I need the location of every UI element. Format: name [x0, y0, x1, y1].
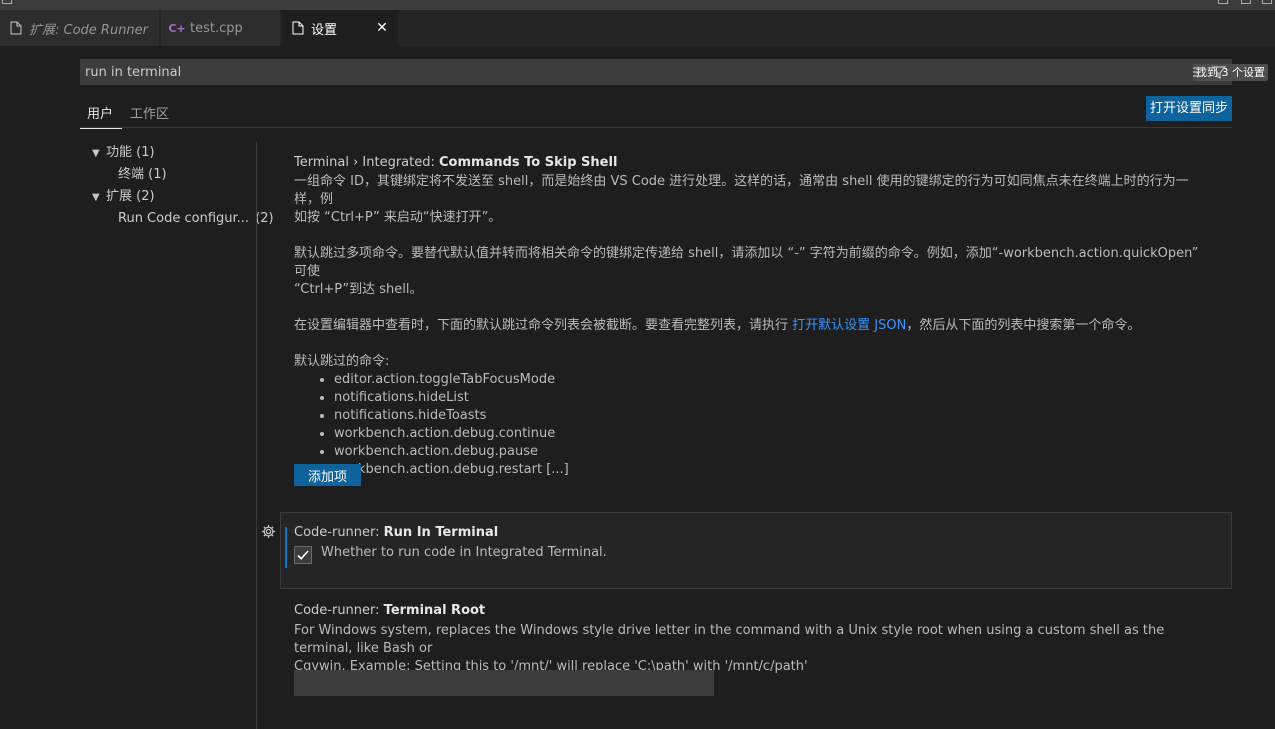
editor-tab-bar: 扩展: Code Runner C+ test.cpp 设置 ✕ — [0, 10, 1275, 46]
open-default-settings-json-link[interactable]: 打开默认设置 JSON — [792, 318, 906, 333]
checkmark-icon — [297, 550, 309, 560]
tab-label: 设置 — [311, 22, 338, 38]
list-item: notifications.hideToasts — [334, 407, 1214, 425]
setting-terminal-root: Code-runner: Terminal Root For Windows s… — [294, 603, 1214, 676]
description-line: 在设置编辑器中查看时，下面的默认跳过命令列表会被截断。要查看完整列表，请执行 打… — [294, 317, 1214, 335]
setting-run-in-terminal: Code-runner: Run In Terminal Whether to … — [294, 525, 1214, 562]
list-item: workbench.action.debug.continue — [334, 425, 1214, 443]
toc-label: 终端 — [118, 167, 145, 182]
toc-label: Run Code configur... — [118, 211, 250, 226]
toc-divider — [256, 142, 257, 729]
tab-test-cpp[interactable]: C+ test.cpp — [161, 10, 281, 46]
setting-description: 一组命令 ID，其键绑定将不发送至 shell，而是始终由 VS Code 进行… — [294, 173, 1214, 371]
setting-description: Whether to run code in Integrated Termin… — [321, 545, 607, 560]
description-text: 在设置编辑器中查看时，下面的默认跳过命令列表会被截断。要查看完整列表，请执行 — [294, 318, 793, 333]
turn-on-settings-sync-button[interactable]: 打开设置同步 — [1146, 96, 1233, 121]
toc-item-extensions[interactable]: ▼ 扩展 (2) — [92, 186, 155, 208]
file-icon — [290, 20, 306, 36]
add-item-button[interactable]: 添加项 — [294, 464, 361, 486]
settings-search: 找到 3 个设置 — [80, 59, 1268, 85]
setting-category: Terminal › Integrated: — [294, 155, 439, 170]
window-close-icon[interactable] — [1262, 0, 1272, 4]
setting-category: Code-runner: — [294, 603, 384, 618]
tab-user[interactable]: 用户 — [80, 99, 122, 129]
chevron-down-icon: ▼ — [92, 192, 100, 203]
list-item: notifications.hideList — [334, 389, 1214, 407]
window-restore-icon[interactable] — [1241, 0, 1251, 4]
layout-icon[interactable] — [1218, 0, 1228, 4]
setting-title: Code-runner: Run In Terminal — [294, 525, 1214, 540]
toc-label: 功能 — [106, 145, 133, 160]
setting-title: Code-runner: Terminal Root — [294, 603, 1214, 618]
file-icon — [8, 20, 24, 36]
title-bar — [0, 0, 1275, 10]
setting-category: Code-runner: — [294, 525, 384, 540]
toc-label: 扩展 — [106, 189, 133, 204]
terminal-root-input[interactable] — [294, 670, 714, 696]
list-item: workbench.action.debug.restart [...] — [334, 461, 1214, 479]
toc-count: (1) — [148, 167, 167, 182]
list-item: workbench.action.debug.pause — [334, 443, 1214, 461]
setting-key: Commands To Skip Shell — [439, 155, 618, 170]
default-commands-list: editor.action.toggleTabFocusMode notific… — [334, 371, 1214, 479]
description-text: ，然后从下面的列表中搜索第一个命令。 — [906, 318, 1141, 333]
close-icon[interactable]: ✕ — [374, 20, 390, 36]
cpp-file-icon: C+ — [168, 21, 186, 35]
gear-icon[interactable] — [261, 524, 276, 539]
tab-settings[interactable]: 设置 ✕ — [282, 10, 399, 46]
menu-icon[interactable] — [2, 0, 12, 4]
list-heading: 默认跳过的命令: — [294, 354, 390, 369]
toc-count: (1) — [136, 145, 155, 160]
tab-workspace[interactable]: 工作区 — [130, 99, 169, 129]
filter-icon[interactable] — [1211, 64, 1227, 80]
description-line: For Windows system, replaces the Windows… — [294, 623, 1165, 656]
setting-key: Run In Terminal — [383, 525, 499, 540]
search-input[interactable] — [80, 59, 1100, 85]
focus-indicator — [285, 527, 287, 568]
toc-item-run-code-configuration[interactable]: Run Code configur... (2) — [118, 208, 274, 230]
tab-label: 扩展: Code Runner — [29, 22, 149, 38]
setting-title: Terminal › Integrated: Commands To Skip … — [294, 155, 1214, 170]
setting-description: For Windows system, replaces the Windows… — [294, 622, 1214, 676]
description-line: 一组命令 ID，其键绑定将不发送至 shell，而是始终由 VS Code 进行… — [294, 174, 1189, 207]
clear-filter-icon[interactable] — [1191, 64, 1207, 80]
tab-extension-code-runner[interactable]: 扩展: Code Runner — [0, 10, 160, 46]
description-line: 如按 “Ctrl+P” 来启动“快速打开”。 — [294, 210, 502, 225]
setting-commands-to-skip-shell: Terminal › Integrated: Commands To Skip … — [294, 155, 1214, 479]
tab-label: test.cpp — [190, 20, 243, 36]
chevron-down-icon: ▼ — [92, 148, 100, 159]
toc-count: (2) — [136, 189, 155, 204]
setting-key: Terminal Root — [383, 603, 486, 618]
run-in-terminal-checkbox[interactable] — [294, 546, 312, 564]
description-line: 默认跳过多项命令。要替代默认值并转而将相关命令的键绑定传递给 shell，请添加… — [294, 246, 1199, 279]
description-line: “Ctrl+P”到达 shell。 — [294, 282, 423, 297]
toc-item-features[interactable]: ▼ 功能 (1) — [92, 142, 155, 164]
toc-count: (2) — [255, 211, 274, 226]
toc-item-terminal[interactable]: 终端 (1) — [118, 164, 167, 186]
header-divider — [80, 127, 1232, 128]
list-item: editor.action.toggleTabFocusMode — [334, 371, 1214, 389]
